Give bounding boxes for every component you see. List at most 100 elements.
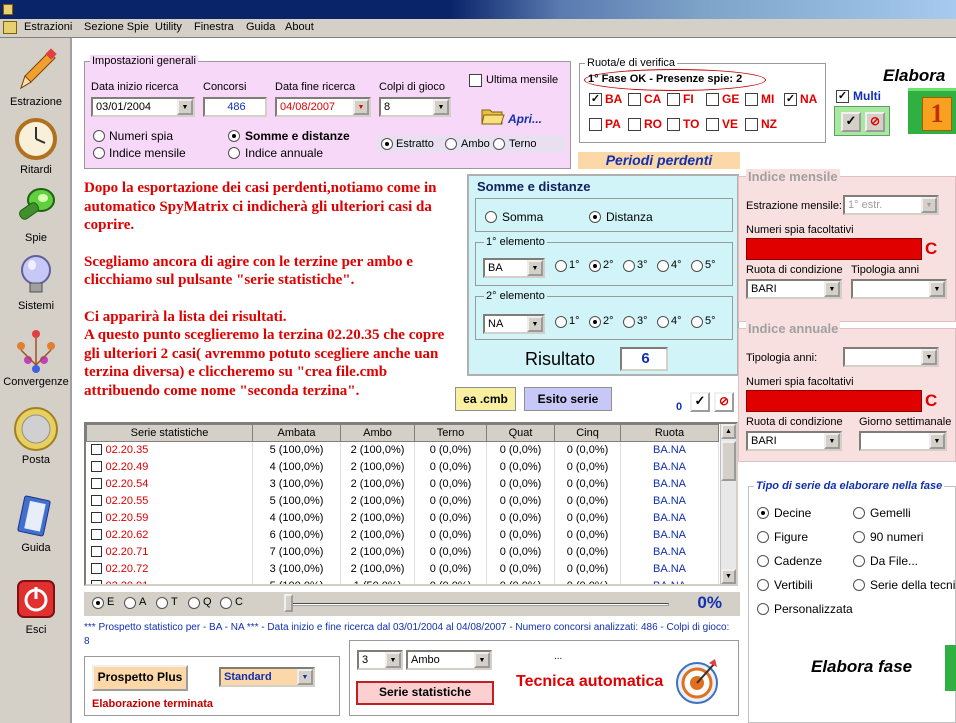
sidebar-item-guida[interactable]: Guida bbox=[0, 494, 72, 554]
tipo-serie-radio[interactable] bbox=[757, 555, 769, 567]
row-checkbox[interactable] bbox=[90, 461, 102, 472]
periodi-perdenti-button[interactable]: Periodi perdenti bbox=[578, 152, 740, 169]
serie-statistiche-button[interactable]: Serie statistiche bbox=[356, 681, 494, 705]
elemento-2-ruota-select[interactable]: NA ▼ bbox=[483, 314, 545, 334]
table-row[interactable]: 02.20.35 5 (100,0%) 2 (100,0%) 0 (0,0%) 0 (0… bbox=[86, 441, 719, 459]
elemento-1-ruota-select[interactable]: BA ▼ bbox=[483, 258, 545, 278]
mode-select[interactable]: Standard ▼ bbox=[219, 667, 315, 687]
facoltativi-field[interactable] bbox=[746, 390, 922, 412]
tipologia-anni-select[interactable]: ▼ bbox=[843, 347, 939, 367]
position-4-radio[interactable] bbox=[657, 260, 669, 272]
position-2-radio[interactable] bbox=[589, 260, 601, 272]
indice-annuale-radio[interactable] bbox=[228, 147, 240, 159]
menu-estrazioni[interactable]: Estrazioni bbox=[24, 21, 72, 33]
row-checkbox[interactable] bbox=[90, 580, 102, 584]
table-scrollbar[interactable]: ▲ ▼ bbox=[720, 424, 736, 584]
column-header[interactable]: Cinq bbox=[554, 424, 621, 442]
facoltativi-field[interactable] bbox=[746, 238, 922, 260]
apri-link[interactable]: Apri... bbox=[508, 112, 542, 126]
multi-checkbox[interactable]: ✓ bbox=[836, 90, 849, 103]
esito-serie-button[interactable]: Esito serie bbox=[524, 387, 612, 411]
tipo-serie-radio[interactable] bbox=[757, 507, 769, 519]
indice-mensile-radio[interactable] bbox=[93, 147, 105, 159]
menu-about[interactable]: About bbox=[285, 21, 314, 33]
distanza-radio[interactable] bbox=[589, 211, 601, 223]
table-row[interactable]: 02.20.54 3 (100,0%) 2 (100,0%) 0 (0,0%) 0 (0… bbox=[86, 475, 719, 493]
giorno-settimanale-select[interactable]: ▼ bbox=[859, 431, 947, 451]
crea-cmb-button[interactable]: ea .cmb bbox=[455, 387, 516, 411]
ruota-nz-checkbox[interactable] bbox=[745, 118, 758, 131]
table-row[interactable]: 02.20.55 5 (100,0%) 2 (100,0%) 0 (0,0%) 0 (0… bbox=[86, 492, 719, 510]
tipologia-anni-select[interactable]: ▼ bbox=[851, 279, 947, 299]
position-5-radio[interactable] bbox=[691, 260, 703, 272]
classe-select[interactable]: 3 ▼ bbox=[357, 650, 403, 670]
column-header[interactable]: Ruota bbox=[620, 424, 719, 442]
menu-finestra[interactable]: Finestra bbox=[194, 21, 234, 33]
row-checkbox[interactable] bbox=[90, 529, 102, 540]
ruota-na-checkbox[interactable]: ✓ bbox=[784, 93, 797, 106]
position-2-radio[interactable] bbox=[589, 316, 601, 328]
scroll-thumb[interactable] bbox=[721, 441, 736, 481]
row-checkbox[interactable] bbox=[90, 478, 102, 489]
folder-open-icon[interactable] bbox=[481, 106, 505, 126]
sidebar-item-convergenze[interactable]: Convergenze bbox=[0, 328, 72, 388]
target-icon[interactable] bbox=[675, 657, 719, 705]
ruota-condizione-select[interactable]: BARI ▼ bbox=[746, 431, 842, 451]
table-row[interactable]: 02.20.49 4 (100,0%) 2 (100,0%) 0 (0,0%) 0 (0… bbox=[86, 458, 719, 476]
table-row[interactable]: 02.20.59 4 (100,0%) 2 (100,0%) 0 (0,0%) 0 (0… bbox=[86, 509, 719, 527]
estrazione-mensile-select[interactable]: 1° estr. ▼ bbox=[843, 195, 939, 215]
elabora-fase-button[interactable] bbox=[945, 645, 956, 691]
progress-slider[interactable] bbox=[284, 594, 293, 612]
sidebar-item-sistemi[interactable]: Sistemi bbox=[0, 252, 72, 312]
ultima-mensile-checkbox[interactable] bbox=[469, 74, 482, 87]
somme-distanze-radio[interactable] bbox=[228, 130, 240, 142]
ruota-to-checkbox[interactable] bbox=[667, 118, 680, 131]
column-header[interactable]: Quat bbox=[486, 424, 555, 442]
ruota-ba-checkbox[interactable]: ✓ bbox=[589, 93, 602, 106]
table-row[interactable]: 02.20.91 5 (100,0%) 1 (50,0%) 0 (0,0%) 0 (0,… bbox=[86, 577, 719, 584]
row-checkbox[interactable] bbox=[90, 495, 102, 506]
column-header[interactable]: Terno bbox=[414, 424, 487, 442]
filter-q-radio[interactable] bbox=[188, 597, 200, 609]
ruota-pa-checkbox[interactable] bbox=[589, 118, 602, 131]
concorsi-field[interactable]: 486 bbox=[203, 97, 267, 117]
tipo-serie-radio[interactable] bbox=[757, 531, 769, 543]
filter-c-radio[interactable] bbox=[220, 597, 232, 609]
scroll-down-icon[interactable]: ▼ bbox=[721, 569, 736, 584]
position-1-radio[interactable] bbox=[555, 316, 567, 328]
row-checkbox[interactable] bbox=[90, 444, 102, 456]
numeri-spia-radio[interactable] bbox=[93, 130, 105, 142]
sidebar-item-posta[interactable]: Posta bbox=[0, 406, 72, 466]
ruota-ca-checkbox[interactable] bbox=[628, 93, 641, 106]
estratto-radio[interactable] bbox=[381, 138, 393, 150]
ruota-ve-checkbox[interactable] bbox=[706, 118, 719, 131]
ambo-radio[interactable] bbox=[445, 138, 457, 150]
mdi-icon[interactable] bbox=[3, 21, 17, 34]
position-5-radio[interactable] bbox=[691, 316, 703, 328]
sidebar-item-spie[interactable]: Spie bbox=[0, 184, 72, 244]
table-row[interactable]: 02.20.72 3 (100,0%) 2 (100,0%) 0 (0,0%) 0 (0… bbox=[86, 560, 719, 578]
column-header[interactable]: Serie statistiche bbox=[86, 424, 253, 442]
table-row[interactable]: 02.20.62 6 (100,0%) 2 (100,0%) 0 (0,0%) 0 (0… bbox=[86, 526, 719, 544]
tipo-serie-radio[interactable] bbox=[853, 555, 865, 567]
data-inizio-select[interactable]: 03/01/2004 ▼ bbox=[91, 97, 195, 117]
somma-radio[interactable] bbox=[485, 211, 497, 223]
row-checkbox[interactable] bbox=[90, 546, 102, 557]
row-checkbox[interactable] bbox=[90, 563, 102, 574]
position-3-radio[interactable] bbox=[623, 260, 635, 272]
table-row[interactable]: 02.20.71 7 (100,0%) 2 (100,0%) 0 (0,0%) 0 (0… bbox=[86, 543, 719, 561]
sidebar-item-esci[interactable]: Esci bbox=[0, 576, 72, 636]
filter-t-radio[interactable] bbox=[156, 597, 168, 609]
menu-guida[interactable]: Guida bbox=[246, 21, 275, 33]
clear-c-button[interactable]: C bbox=[925, 239, 937, 259]
menu-sezione-spie[interactable]: Sezione Spie bbox=[84, 21, 149, 33]
tipo-serie-radio[interactable] bbox=[853, 579, 865, 591]
sidebar-item-estrazione[interactable]: Estrazione bbox=[0, 48, 72, 108]
column-header[interactable]: Ambo bbox=[340, 424, 415, 442]
row-checkbox[interactable] bbox=[90, 512, 102, 523]
elabora-fase-label[interactable]: Elabora fase bbox=[811, 657, 912, 677]
ruota-mi-checkbox[interactable] bbox=[745, 93, 758, 106]
sidebar-item-ritardi[interactable]: Ritardi bbox=[0, 116, 72, 176]
ruota-ro-checkbox[interactable] bbox=[628, 118, 641, 131]
clear-c-button[interactable]: C bbox=[925, 391, 937, 411]
